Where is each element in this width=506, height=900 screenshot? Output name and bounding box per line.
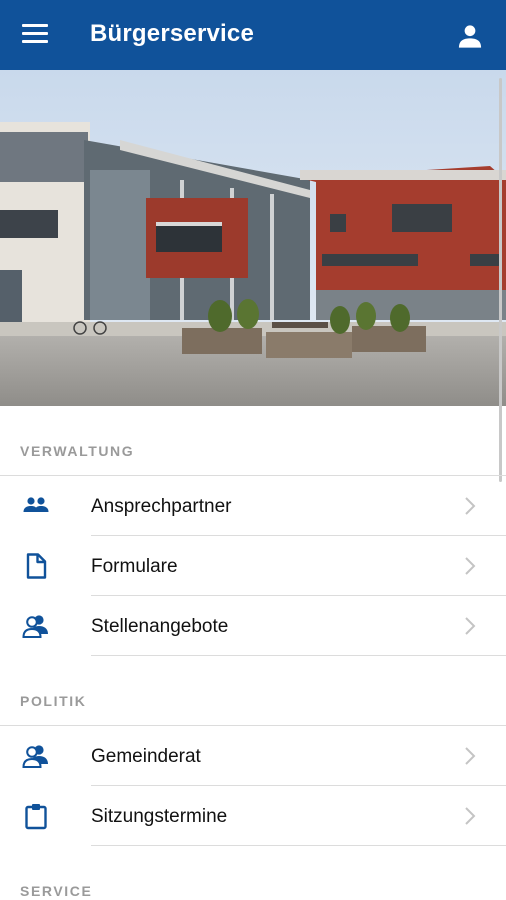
app-bar: Bürgerservice bbox=[0, 0, 506, 70]
chevron-right-icon bbox=[464, 556, 476, 576]
clipboard-icon bbox=[22, 802, 50, 830]
row-divider bbox=[91, 845, 506, 846]
list-item-gemeinderat[interactable]: Gemeinderat bbox=[0, 726, 506, 786]
list-item-label: Stellenangebote bbox=[91, 616, 229, 637]
chevron-right-icon bbox=[464, 616, 476, 636]
group-icon bbox=[22, 612, 50, 640]
person-icon[interactable] bbox=[456, 22, 484, 50]
list-item-formulare[interactable]: Formulare bbox=[0, 536, 506, 596]
list-item-ansprechpartner[interactable]: Ansprechpartner bbox=[0, 476, 506, 536]
list-item-label: Gemeinderat bbox=[91, 746, 201, 767]
chevron-right-icon bbox=[464, 806, 476, 826]
list-item-label: Formulare bbox=[91, 556, 178, 577]
section-header-service: SERVICE bbox=[20, 883, 93, 899]
row-divider bbox=[91, 655, 506, 656]
town-hall-photo bbox=[0, 70, 506, 406]
section-header-politik: POLITIK bbox=[20, 693, 87, 709]
page-title: Bürgerservice bbox=[90, 20, 255, 47]
people-icon bbox=[22, 492, 50, 520]
list-item-label: Ansprechpartner bbox=[91, 496, 232, 517]
chevron-right-icon bbox=[464, 746, 476, 766]
chevron-right-icon bbox=[464, 496, 476, 516]
scrollbar[interactable] bbox=[499, 78, 502, 482]
group-icon bbox=[22, 742, 50, 770]
list-item-sitzungstermine[interactable]: Sitzungstermine bbox=[0, 786, 506, 846]
list-item-stellenangebote[interactable]: Stellenangebote bbox=[0, 596, 506, 656]
document-icon bbox=[22, 552, 50, 580]
section-header-verwaltung: VERWALTUNG bbox=[20, 443, 135, 459]
menu-icon[interactable] bbox=[22, 24, 48, 46]
list-item-label: Sitzungstermine bbox=[91, 806, 228, 827]
